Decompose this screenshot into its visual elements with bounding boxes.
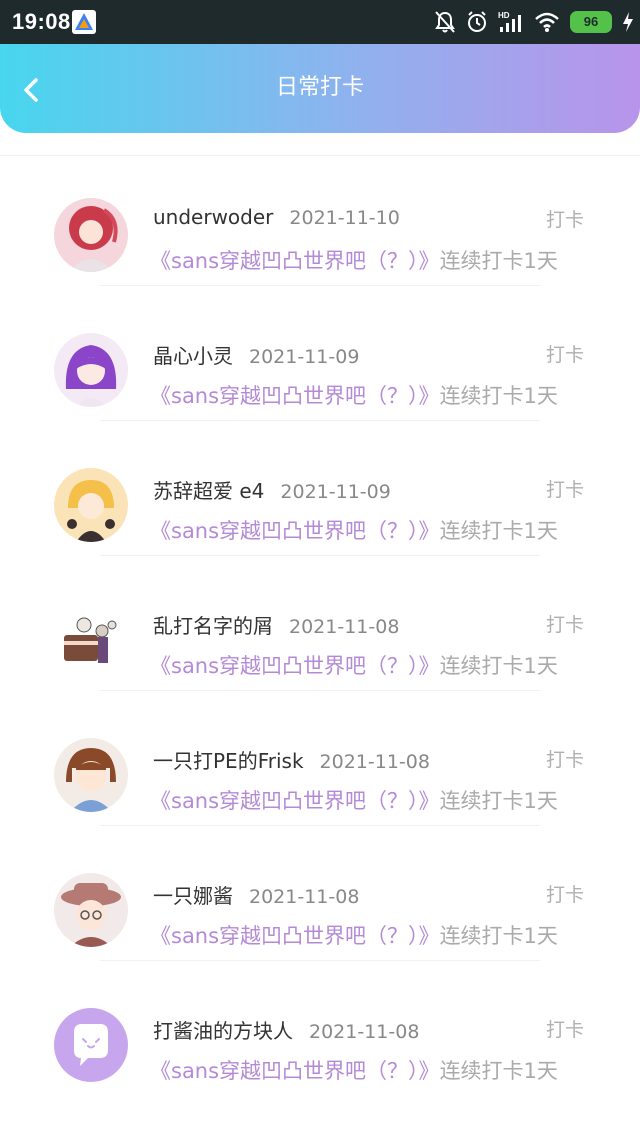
username-text: 乱打名字的屑: [153, 614, 273, 638]
checkin-detail: 《sans穿越凹凸世界吧（？）》连续打卡1天: [150, 515, 558, 545]
username: 苏辞超爱 e4 2021-11-09: [153, 475, 391, 504]
checkin-detail: 《sans穿越凹凸世界吧（？）》连续打卡1天: [150, 920, 558, 950]
list-item[interactable]: 乱打名字的屑 2021-11-08 打卡 《sans穿越凹凸世界吧（？）》连续打卡…: [0, 555, 640, 690]
username: 乱打名字的屑 2021-11-08: [153, 610, 399, 639]
wifi-icon: [534, 11, 560, 33]
topic-link[interactable]: 《sans穿越凹凸世界吧（？）》: [150, 249, 440, 273]
checkin-detail: 《sans穿越凹凸世界吧（？）》连续打卡1天: [150, 785, 558, 815]
checkin-detail: 《sans穿越凹凸世界吧（？）》连续打卡1天: [150, 1055, 558, 1085]
charging-icon: [622, 11, 634, 33]
list-item[interactable]: 晶心小灵 2021-11-09 打卡 《sans穿越凹凸世界吧（？）》连续打卡1天: [0, 285, 640, 420]
username: 一只娜酱 2021-11-08: [153, 880, 359, 909]
username: underwoder 2021-11-10: [153, 205, 400, 229]
username-text: underwoder: [153, 205, 274, 229]
username-text: 一只娜酱: [153, 884, 233, 908]
checkin-date: 2021-11-09: [249, 346, 360, 368]
divider: [100, 960, 540, 961]
username: 打酱油的方块人 2021-11-08: [153, 1015, 419, 1044]
alarm-icon: [466, 10, 488, 34]
username: 一只打PE的Frisk 2021-11-08: [153, 745, 430, 774]
page-title: 日常打卡: [275, 75, 364, 100]
username: 晶心小灵 2021-11-09: [153, 340, 359, 369]
checkin-action[interactable]: 打卡: [546, 475, 584, 502]
list-item[interactable]: 苏辞超爱 e4 2021-11-09 打卡 《sans穿越凹凸世界吧（？）》连续打…: [0, 420, 640, 555]
checkin-action[interactable]: 打卡: [546, 1015, 584, 1042]
list-item[interactable]: underwoder 2021-11-10 打卡 《sans穿越凹凸世界吧（？）》…: [0, 150, 640, 285]
topic-link[interactable]: 《sans穿越凹凸世界吧（？）》: [150, 789, 440, 813]
hd-signal-icon: HD: [498, 10, 524, 34]
divider: [100, 420, 540, 421]
avatar[interactable]: [54, 873, 128, 947]
checkin-date: 2021-11-08: [289, 616, 400, 638]
divider: [100, 285, 540, 286]
avatar[interactable]: [54, 603, 128, 677]
avatar[interactable]: [54, 468, 128, 542]
checkin-detail: 《sans穿越凹凸世界吧（？）》连续打卡1天: [150, 245, 558, 275]
streak-text: 连续打卡1天: [439, 654, 558, 678]
checkin-date: 2021-11-08: [319, 751, 430, 773]
checkin-detail: 《sans穿越凹凸世界吧（？）》连续打卡1天: [150, 650, 558, 680]
topic-link[interactable]: 《sans穿越凹凸世界吧（？）》: [150, 924, 440, 948]
topic-link[interactable]: 《sans穿越凹凸世界吧（？）》: [150, 384, 440, 408]
status-icons: HD 96: [434, 8, 634, 36]
checkin-action[interactable]: 打卡: [546, 880, 584, 907]
username-text: 打酱油的方块人: [153, 1019, 293, 1043]
streak-text: 连续打卡1天: [439, 1059, 558, 1083]
avatar[interactable]: [54, 333, 128, 407]
avatar[interactable]: [54, 738, 128, 812]
divider: [100, 690, 540, 691]
topic-link[interactable]: 《sans穿越凹凸世界吧（？）》: [150, 519, 440, 543]
streak-text: 连续打卡1天: [439, 789, 558, 813]
checkin-action[interactable]: 打卡: [546, 340, 584, 367]
topic-link[interactable]: 《sans穿越凹凸世界吧（？）》: [150, 1059, 440, 1083]
divider: [100, 825, 540, 826]
divider: [0, 155, 640, 156]
mute-bell-icon: [434, 10, 456, 34]
list-item[interactable]: 一只打PE的Frisk 2021-11-08 打卡 《sans穿越凹凸世界吧（？）…: [0, 690, 640, 825]
checkin-date: 2021-11-10: [289, 207, 400, 229]
battery-icon: 96: [570, 11, 612, 33]
checkin-list: underwoder 2021-11-10 打卡 《sans穿越凹凸世界吧（？）》…: [0, 150, 640, 1095]
checkin-action[interactable]: 打卡: [546, 745, 584, 772]
list-item[interactable]: 打酱油的方块人 2021-11-08 打卡 《sans穿越凹凸世界吧（？）》连续打…: [0, 960, 640, 1095]
svg-text:HD: HD: [498, 11, 510, 20]
username-text: 一只打PE的Frisk: [153, 749, 304, 773]
divider: [100, 555, 540, 556]
username-text: 晶心小灵: [153, 344, 233, 368]
checkin-date: 2021-11-09: [280, 481, 391, 503]
streak-text: 连续打卡1天: [439, 249, 558, 273]
checkin-detail: 《sans穿越凹凸世界吧（？）》连续打卡1天: [150, 380, 558, 410]
checkin-date: 2021-11-08: [309, 1021, 420, 1043]
list-item[interactable]: 一只娜酱 2021-11-08 打卡 《sans穿越凹凸世界吧（？）》连续打卡1天: [0, 825, 640, 960]
username-text: 苏辞超爱 e4: [153, 479, 265, 503]
checkin-action[interactable]: 打卡: [546, 205, 584, 232]
status-time: 19:08: [12, 9, 71, 34]
topic-link[interactable]: 《sans穿越凹凸世界吧（？）》: [150, 654, 440, 678]
streak-text: 连续打卡1天: [439, 384, 558, 408]
app-logo-icon: [72, 10, 96, 34]
page-header: 日常打卡: [0, 44, 640, 133]
streak-text: 连续打卡1天: [439, 519, 558, 543]
streak-text: 连续打卡1天: [439, 924, 558, 948]
avatar[interactable]: [54, 198, 128, 272]
checkin-date: 2021-11-08: [249, 886, 360, 908]
checkin-action[interactable]: 打卡: [546, 610, 584, 637]
avatar[interactable]: [54, 1008, 128, 1082]
